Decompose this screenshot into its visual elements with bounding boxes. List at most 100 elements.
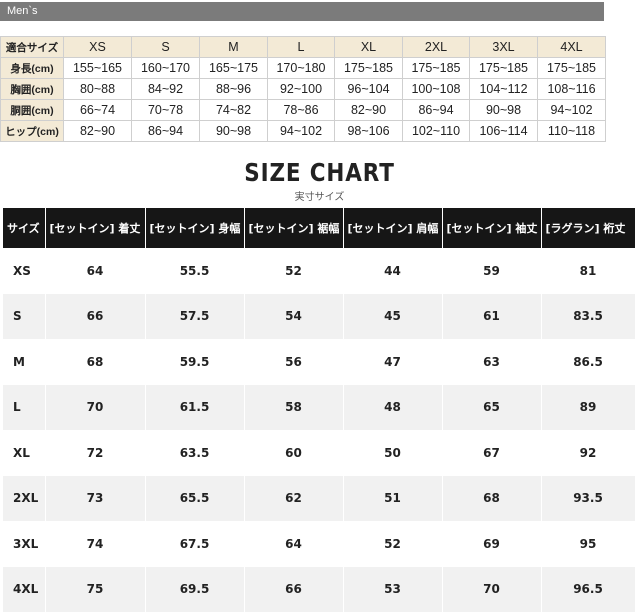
size-chart-value-cell: 58 — [244, 384, 344, 430]
size-chart-value-cell: 72 — [45, 430, 146, 476]
size-chart-size-cell: XL — [3, 430, 46, 476]
size-chart-title: SIZE CHART — [244, 158, 395, 187]
size-chart-value-cell: 51 — [343, 475, 443, 521]
size-chart-size-cell: XS — [3, 248, 46, 294]
size-chart-row: 2XL 73 65.5 62 51 68 93.5 — [3, 475, 635, 521]
size-chart-value-cell: 66 — [45, 293, 146, 339]
mens-table-cell: 66~74 — [63, 99, 132, 121]
size-chart-value-cell: 50 — [343, 430, 443, 476]
size-chart-value-cell: 69 — [442, 521, 542, 567]
size-chart-value-cell: 57.5 — [145, 293, 245, 339]
size-chart-subtitle: 実寸サイズ — [294, 192, 345, 203]
size-chart-header-row: サイズ [セットイン] 着丈 [セットイン] 身幅 [セットイン] 裾幅 [セットイン]… — [3, 208, 635, 248]
mens-table-cell: 165~175 — [199, 57, 268, 79]
mens-table-cell: 110~118 — [537, 120, 606, 142]
size-chart-value-cell: 70 — [45, 384, 146, 430]
mens-table-cell: 78~86 — [267, 99, 335, 121]
size-chart-value-cell: 59 — [442, 248, 542, 294]
mens-table-cell: 104~112 — [469, 78, 538, 100]
size-chart-value-cell: 73 — [45, 475, 146, 521]
size-chart-value-cell: 54 — [244, 293, 344, 339]
mens-table-cell: 102~110 — [402, 120, 470, 142]
size-chart-header-cell: サイズ — [3, 208, 46, 248]
mens-table-cell: 106~114 — [469, 120, 538, 142]
mens-table-row: 胴囲(cm) 66~74 70~78 74~82 78~86 82~90 86~94 90~9… — [0, 99, 606, 121]
mens-size-header: XL — [334, 36, 403, 58]
size-chart-value-cell: 69.5 — [145, 566, 245, 612]
size-chart-header-cell: [セットイン] 肩幅 — [343, 208, 443, 248]
size-chart-value-cell: 44 — [343, 248, 443, 294]
mens-row-label: 胸囲(cm) — [0, 78, 64, 100]
size-chart-value-cell: 48 — [343, 384, 443, 430]
size-chart-value-cell: 59.5 — [145, 339, 245, 385]
size-chart-row: M 68 59.5 56 47 63 86.5 — [3, 339, 635, 385]
size-chart-value-cell: 63 — [442, 339, 542, 385]
size-chart-value-cell: 86.5 — [541, 339, 635, 385]
size-chart-value-cell: 74 — [45, 521, 146, 567]
mens-table-cell: 82~90 — [63, 120, 132, 142]
size-chart-value-cell: 63.5 — [145, 430, 245, 476]
size-chart-header-cell: [セットイン] 裾幅 — [244, 208, 344, 248]
size-chart-size-cell: 2XL — [3, 475, 46, 521]
mens-table-cell: 100~108 — [402, 78, 470, 100]
mens-table-cell: 175~185 — [537, 57, 606, 79]
size-chart-value-cell: 81 — [541, 248, 635, 294]
mens-row-label: 胴囲(cm) — [0, 99, 64, 121]
size-chart-value-cell: 93.5 — [541, 475, 635, 521]
mens-size-header: M — [199, 36, 268, 58]
size-chart-value-cell: 89 — [541, 384, 635, 430]
size-chart-size-cell: S — [3, 293, 46, 339]
mens-table-row: 胸囲(cm) 80~88 84~92 88~96 92~100 96~104 100~108… — [0, 78, 606, 100]
size-chart-header-cell: [セットイン] 身幅 — [145, 208, 245, 248]
size-chart-value-cell: 61.5 — [145, 384, 245, 430]
size-chart-header-cell: [セットイン] 着丈 — [45, 208, 146, 248]
size-chart-value-cell: 45 — [343, 293, 443, 339]
mens-table-cell: 175~185 — [334, 57, 403, 79]
mens-table-cell: 175~185 — [402, 57, 470, 79]
mens-table-cell: 160~170 — [131, 57, 200, 79]
size-chart-container: サイズ [セットイン] 着丈 [セットイン] 身幅 [セットイン] 裾幅 [セットイン]… — [3, 208, 635, 614]
size-chart-value-cell: 75 — [45, 566, 146, 612]
size-chart-table: サイズ [セットイン] 着丈 [セットイン] 身幅 [セットイン] 裾幅 [セットイン]… — [3, 208, 635, 612]
size-chart-value-cell: 70 — [442, 566, 542, 612]
mens-table-cell: 94~102 — [537, 99, 606, 121]
size-chart-value-cell: 95 — [541, 521, 635, 567]
size-chart-value-cell: 60 — [244, 430, 344, 476]
mens-table-cell: 96~104 — [334, 78, 403, 100]
size-chart-value-cell: 83.5 — [541, 293, 635, 339]
size-chart-value-cell: 52 — [343, 521, 443, 567]
mens-table-cell: 108~116 — [537, 78, 606, 100]
mens-size-header: XS — [63, 36, 132, 58]
mens-table-cell: 98~106 — [334, 120, 403, 142]
mens-table-row: 身長(cm) 155~165 160~170 165~175 170~180 175~18… — [0, 57, 606, 79]
mens-table-cell: 70~78 — [131, 99, 200, 121]
size-chart-row: L 70 61.5 58 48 65 89 — [3, 384, 635, 430]
mens-size-header: 2XL — [402, 36, 470, 58]
size-chart-value-cell: 68 — [45, 339, 146, 385]
size-chart-value-cell: 92 — [541, 430, 635, 476]
size-chart-value-cell: 64 — [244, 521, 344, 567]
mens-table-row: ヒップ(cm) 82~90 86~94 90~98 94~102 98~106 102~11… — [0, 120, 606, 142]
size-chart-row: 3XL 74 67.5 64 52 69 95 — [3, 521, 635, 567]
size-chart-row: XL 72 63.5 60 50 67 92 — [3, 430, 635, 476]
mens-row-label: 身長(cm) — [0, 57, 64, 79]
mens-header-label: 適合サイズ — [0, 36, 64, 58]
size-chart-value-cell: 62 — [244, 475, 344, 521]
mens-row-label: ヒップ(cm) — [0, 120, 64, 142]
size-chart-value-cell: 65 — [442, 384, 542, 430]
size-chart-value-cell: 67.5 — [145, 521, 245, 567]
mens-fit-size-table: 適合サイズ XS S M L XL 2XL 3XL 4XL 身長(cm) 155~165 160~17… — [0, 36, 606, 142]
size-chart-row: 4XL 75 69.5 66 53 70 96.5 — [3, 566, 635, 612]
size-chart-row: S 66 57.5 54 45 61 83.5 — [3, 293, 635, 339]
mens-size-header: 4XL — [537, 36, 606, 58]
size-chart-header-cell: [ラグラン] 裄丈 — [541, 208, 635, 248]
mens-header-row: 適合サイズ XS S M L XL 2XL 3XL 4XL — [0, 36, 606, 58]
mens-table-cell: 92~100 — [267, 78, 335, 100]
size-chart-value-cell: 56 — [244, 339, 344, 385]
size-chart-value-cell: 53 — [343, 566, 443, 612]
mens-table-cell: 90~98 — [469, 99, 538, 121]
size-chart-value-cell: 52 — [244, 248, 344, 294]
size-chart-header-cell: [セットイン] 袖丈 — [442, 208, 542, 248]
size-chart-value-cell: 65.5 — [145, 475, 245, 521]
size-chart-value-cell: 61 — [442, 293, 542, 339]
